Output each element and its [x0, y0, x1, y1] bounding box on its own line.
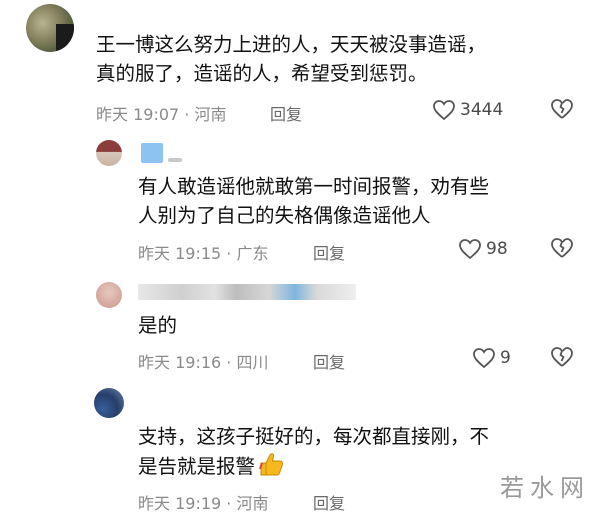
heart-outline-icon	[433, 100, 455, 121]
reply-text: 有人敢造谣他就敢第一时间报警，劝有些 人别为了自己的失格偶像造谣他人	[138, 172, 489, 230]
heart-outline-icon	[473, 348, 495, 369]
reply-line: 有人敢造谣他就敢第一时间报警，劝有些	[138, 175, 490, 198]
reply-time: 昨天 19:16 · 四川	[138, 353, 269, 372]
like-button[interactable]: 9	[472, 347, 511, 369]
reply-line: 是的	[138, 314, 178, 337]
reply-text: 支持，这孩子挺好的，每次都直接刚，不 是告就是报警	[138, 422, 489, 485]
reply-button[interactable]: 回复	[313, 490, 345, 514]
reply-text: 是的	[138, 311, 177, 340]
reply-line: 人别为了自己的失格偶像造谣他人	[138, 204, 431, 227]
broken-heart-icon	[551, 238, 573, 258]
like-count: 9	[500, 348, 511, 368]
reply-button[interactable]: 回复	[270, 101, 302, 125]
avatar[interactable]	[94, 388, 124, 418]
reply-line: 支持，这孩子挺好的，每次都直接刚，不	[138, 425, 490, 448]
avatar[interactable]	[96, 282, 122, 308]
watermark-text: 若水网	[500, 474, 590, 502]
reply-line-wrap: 是告就是报警	[138, 451, 489, 485]
comment-line: 真的服了，造谣的人，希望受到惩罚。	[96, 62, 428, 85]
comment-line: 王一博这么努力上进的人，天天被没事造谣，	[96, 33, 487, 56]
comment-text: 王一博这么努力上进的人，天天被没事造谣， 真的服了，造谣的人，希望受到惩罚。	[96, 30, 486, 88]
reply-button[interactable]: 回复	[313, 240, 345, 264]
heart-outline-icon	[459, 239, 481, 260]
broken-heart-icon	[551, 347, 573, 367]
broken-heart-icon	[551, 99, 573, 119]
comment-time: 昨天 19:07 · 河南	[96, 105, 227, 124]
like-count: 3444	[460, 100, 504, 120]
like-button[interactable]: 3444	[432, 99, 503, 121]
dislike-button[interactable]	[550, 98, 574, 124]
like-count: 98	[486, 239, 508, 259]
reply-time: 昨天 19:19 · 河南	[138, 494, 269, 513]
username-blurred	[138, 284, 356, 300]
dislike-button[interactable]	[550, 237, 574, 263]
reply-time: 昨天 19:15 · 广东	[138, 244, 269, 263]
like-button[interactable]: 98	[458, 238, 508, 260]
username-blurred	[168, 158, 182, 162]
reply-button[interactable]: 回复	[313, 349, 345, 373]
thumbs-up-icon	[257, 451, 285, 485]
avatar[interactable]	[26, 4, 74, 52]
avatar[interactable]	[96, 140, 122, 166]
dislike-button[interactable]	[550, 346, 574, 372]
username-blurred	[141, 143, 163, 163]
reply-line: 是告就是报警	[138, 455, 256, 478]
